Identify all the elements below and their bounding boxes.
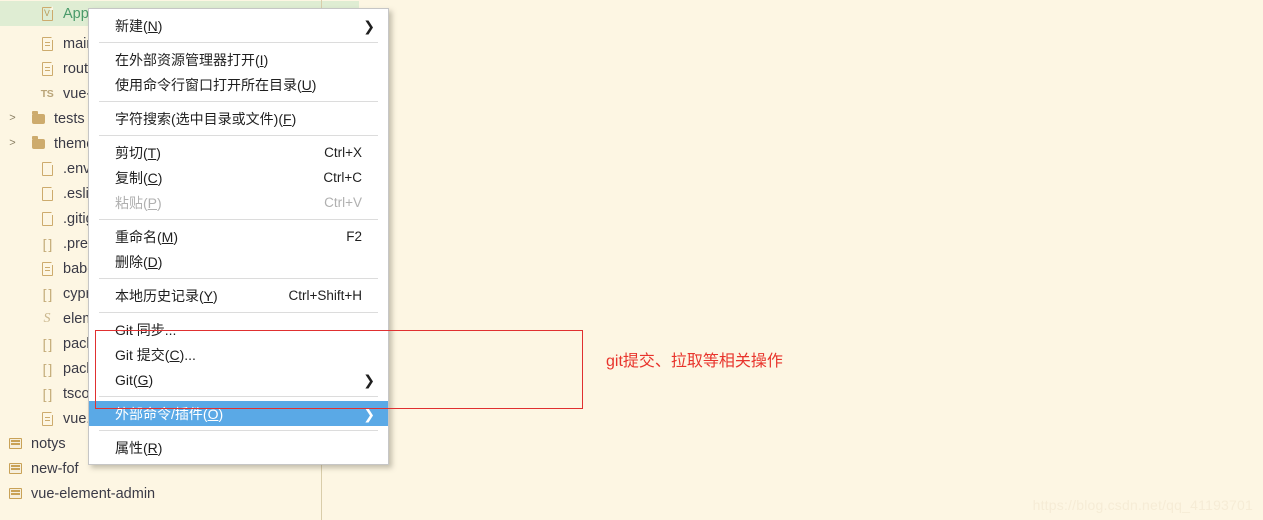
annotation-label: git提交、拉取等相关操作 <box>606 353 783 370</box>
menu-item-label: 使用命令行窗口打开所在目录(U) <box>115 76 317 93</box>
menu-item[interactable]: 在外部资源管理器打开(I) <box>89 47 388 72</box>
menu-separator <box>99 278 378 279</box>
menu-separator <box>99 101 378 102</box>
js-file-icon <box>38 36 56 51</box>
json-file-icon: [ ] <box>42 385 53 402</box>
menu-item: 粘贴(P) Ctrl+V <box>89 190 388 215</box>
menu-item-label: Git 提交(C)... <box>115 346 196 363</box>
menu-item[interactable]: 剪切(T) Ctrl+X <box>89 140 388 165</box>
plain-file-icon <box>38 186 56 201</box>
folder-icon <box>29 110 47 124</box>
menu-item-label: 字符搜索(选中目录或文件)(F) <box>115 110 297 127</box>
scss-file-icon: S <box>43 310 51 326</box>
json-file-icon: [ ] <box>42 285 53 302</box>
menu-item-label: 剪切(T) <box>115 144 161 161</box>
json-file-icon: [ ] <box>42 235 53 252</box>
vue-file-icon <box>38 6 56 21</box>
watermark: https://blog.csdn.net/qq_41193701 <box>1032 497 1253 513</box>
menu-item[interactable]: 复制(C) Ctrl+C <box>89 165 388 190</box>
tree-item-label: rout <box>63 60 88 77</box>
menu-item-label: 重命名(M) <box>115 228 179 245</box>
menu-item-shortcut: Ctrl+X <box>324 145 362 160</box>
menu-separator <box>99 219 378 220</box>
json-file-icon: [ ] <box>42 335 53 352</box>
chevron-right-icon[interactable]: > <box>6 113 19 124</box>
chevron-right-icon[interactable]: ❯ <box>363 373 375 387</box>
folder-open-icon <box>6 438 24 449</box>
menu-item-shortcut: Ctrl+V <box>324 195 362 210</box>
menu-item-label: 复制(C) <box>115 169 163 186</box>
menu-item-shortcut: F2 <box>346 229 362 244</box>
chevron-right-icon[interactable]: ❯ <box>363 407 375 421</box>
tree-item-label: vue- <box>63 85 92 102</box>
menu-item[interactable]: Git 提交(C)... <box>89 342 388 367</box>
folder-open-icon <box>6 463 24 474</box>
menu-separator <box>99 312 378 313</box>
tree-item-label: notys <box>31 435 66 452</box>
menu-item-label: 在外部资源管理器打开(I) <box>115 51 269 68</box>
menu-item-label: 外部命令/插件(O) <box>115 405 224 422</box>
menu-item[interactable]: 属性(R) <box>89 435 388 460</box>
menu-separator <box>99 396 378 397</box>
chevron-right-icon[interactable]: ❯ <box>363 19 375 33</box>
menu-item[interactable]: Git(G) ❯ <box>89 367 388 392</box>
menu-item-label: 属性(R) <box>115 439 163 456</box>
tree-item-label: new-fof <box>31 460 79 477</box>
js-file-icon <box>38 261 56 276</box>
menu-item-label: Git(G) <box>115 371 154 388</box>
menu-item-label: 粘贴(P) <box>115 194 162 211</box>
menu-separator <box>99 135 378 136</box>
folder-icon <box>29 135 47 149</box>
menu-item[interactable]: 重命名(M) F2 <box>89 224 388 249</box>
menu-item[interactable]: 删除(D) <box>89 249 388 274</box>
menu-item[interactable]: 新建(N) ❯ <box>89 13 388 38</box>
json-file-icon: [ ] <box>42 360 53 377</box>
js-file-icon <box>38 61 56 76</box>
tree-row[interactable]: vue-element-admin <box>0 481 327 506</box>
menu-item-shortcut: Ctrl+C <box>323 170 362 185</box>
tree-item-label: tests <box>54 110 85 127</box>
ts-file-icon: TS <box>40 87 54 100</box>
menu-item[interactable]: 使用命令行窗口打开所在目录(U) <box>89 72 388 97</box>
ide-project-view: AppmainroutTSvue->tests>theme.env.dev.es… <box>0 0 1263 520</box>
plain-file-icon <box>38 211 56 226</box>
menu-item[interactable]: 字符搜索(选中目录或文件)(F) <box>89 106 388 131</box>
menu-separator <box>99 42 378 43</box>
menu-item-label: 新建(N) <box>115 17 163 34</box>
menu-item-label: 删除(D) <box>115 253 163 270</box>
plain-file-icon <box>38 161 56 176</box>
context-menu[interactable]: 新建(N) ❯ 在外部资源管理器打开(I) 使用命令行窗口打开所在目录(U) 字符搜索(… <box>88 8 389 465</box>
tree-item-label: App <box>63 5 89 22</box>
chevron-right-icon[interactable]: > <box>6 138 19 149</box>
menu-item[interactable]: 外部命令/插件(O) ❯ <box>89 401 388 426</box>
menu-item-label: 本地历史记录(Y) <box>115 287 218 304</box>
menu-separator <box>99 430 378 431</box>
js-file-icon <box>38 411 56 426</box>
tree-item-label: vue-element-admin <box>31 485 156 502</box>
menu-item-label: Git 同步... <box>115 321 177 338</box>
menu-item-shortcut: Ctrl+Shift+H <box>288 288 362 303</box>
folder-open-icon <box>6 488 24 499</box>
menu-item[interactable]: 本地历史记录(Y) Ctrl+Shift+H <box>89 283 388 308</box>
menu-item[interactable]: Git 同步... <box>89 317 388 342</box>
